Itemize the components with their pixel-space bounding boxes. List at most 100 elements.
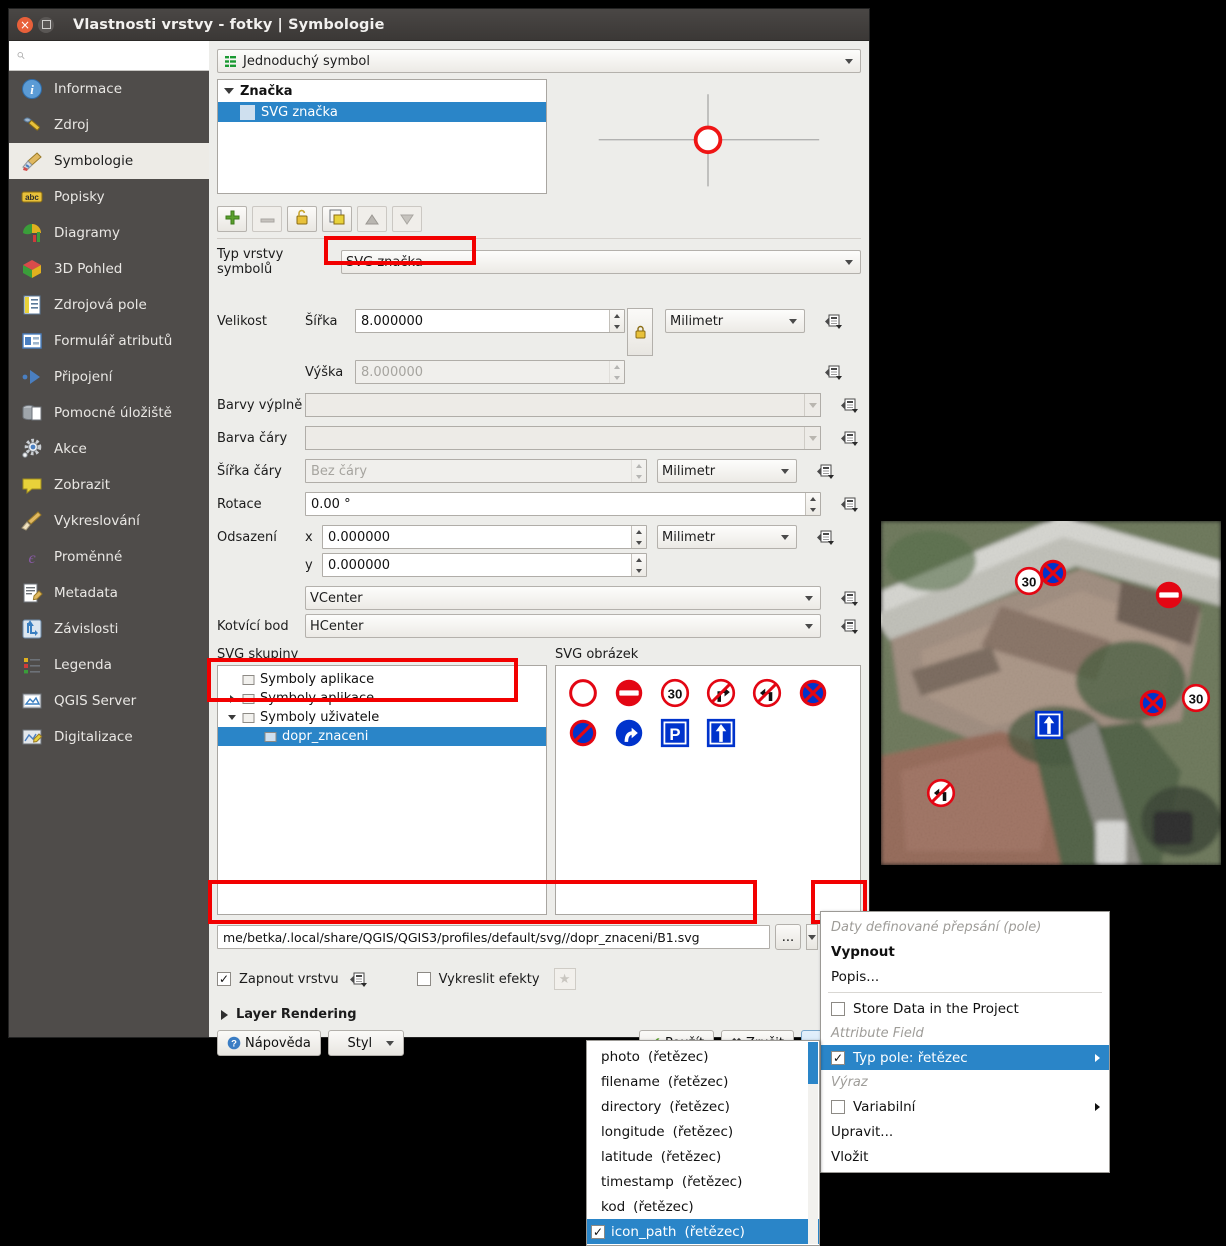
field-item-icon_path[interactable]: icon_path (řetězec): [587, 1219, 819, 1244]
lock-colors-button[interactable]: [287, 206, 317, 232]
map-marker-sign-no-stopping[interactable]: [1138, 688, 1168, 718]
offset-unit-combo[interactable]: Milimetr: [657, 525, 797, 549]
stroke-color-button[interactable]: [305, 426, 821, 450]
field-menu-scrollbar[interactable]: [808, 1042, 818, 1244]
add-symbol-layer-button[interactable]: [217, 206, 247, 232]
sidebar-item-zdrojov-pole[interactable]: Zdrojová pole: [9, 287, 209, 323]
offset-data-defined-button[interactable]: [813, 526, 837, 548]
sidebar-item-z-vislosti[interactable]: Závislosti: [9, 611, 209, 647]
svg-image-sign-no-left-turn[interactable]: [744, 673, 790, 713]
menu-checkbox[interactable]: [831, 1050, 845, 1065]
field-item-kod[interactable]: kod (řetězec): [587, 1194, 819, 1219]
offset-x-stepper[interactable]: [631, 526, 646, 548]
svg-image-sign-no-stopping[interactable]: [790, 673, 836, 713]
menu-checkbox[interactable]: [831, 1001, 845, 1016]
svg-image-sign-no-parking[interactable]: [560, 713, 606, 753]
enable-layer-checkbox[interactable]: [217, 972, 231, 986]
enable-layer-data-defined-button[interactable]: [347, 968, 371, 990]
chevron-right-icon[interactable]: [224, 694, 240, 703]
sidebar-item-zobrazit[interactable]: Zobrazit: [9, 467, 209, 503]
sidebar-item-vykreslov-n[interactable]: Vykreslování: [9, 503, 209, 539]
menu-item-typ-pole-et-zec[interactable]: Typ pole: řetězec: [821, 1045, 1109, 1070]
height-data-defined-button[interactable]: [821, 361, 845, 383]
stroke-width-unit-combo[interactable]: Milimetr: [657, 459, 797, 483]
field-checkbox[interactable]: [591, 1224, 605, 1239]
rotation-data-defined-button[interactable]: [837, 493, 861, 515]
size-unit-combo[interactable]: Milimetr: [665, 309, 805, 333]
map-canvas[interactable]: 30 30: [881, 521, 1221, 865]
menu-item-popis[interactable]: Popis...: [821, 964, 1109, 989]
svg-image-sign-one-way[interactable]: [698, 713, 744, 753]
svg-group-item[interactable]: Symboly uživatele: [218, 708, 546, 727]
svg-image-sign-no-right-turn[interactable]: [698, 673, 744, 713]
menu-item-vlo-it[interactable]: Vložit: [821, 1144, 1109, 1169]
sidebar-item-popisky[interactable]: abc Popisky: [9, 179, 209, 215]
menu-item-vypnout[interactable]: Vypnout: [821, 939, 1109, 964]
symbol-layer-type-combo[interactable]: SVG značka: [341, 250, 861, 274]
symbol-layer-row[interactable]: SVG značka: [218, 102, 546, 122]
sidebar-item-diagramy[interactable]: Diagramy: [9, 215, 209, 251]
sidebar-item-pomocn-lo-i-t[interactable]: Pomocné úložiště: [9, 395, 209, 431]
browse-dropdown-button[interactable]: [806, 924, 818, 950]
offset-y-stepper[interactable]: [631, 554, 646, 576]
fill-color-button[interactable]: [305, 393, 821, 417]
width-stepper[interactable]: [609, 310, 624, 332]
lock-aspect-ratio-button[interactable]: [625, 286, 655, 356]
style-button[interactable]: Styl: [327, 1030, 404, 1056]
svg-group-item[interactable]: Symboly aplikace: [218, 689, 546, 708]
anchor-v-data-defined-button[interactable]: [837, 587, 861, 609]
maximize-icon[interactable]: [38, 16, 54, 33]
layer-rendering-section[interactable]: Layer Rendering: [217, 1007, 861, 1022]
svg-path-input[interactable]: me/betka/.local/share/QGIS/QGIS3/profile…: [217, 925, 770, 949]
width-input[interactable]: 8.000000: [355, 309, 625, 333]
offset-x-input[interactable]: 0.000000: [322, 525, 647, 549]
chevron-down-icon[interactable]: [224, 715, 240, 720]
sidebar-item-3d-pohled[interactable]: 3D Pohled: [9, 251, 209, 287]
symbol-layer-tree[interactable]: Značka SVG značka: [217, 79, 547, 194]
data-defined-context-menu[interactable]: Daty definované přepsání (pole) Vypnout Po…: [820, 911, 1110, 1173]
renderer-combo[interactable]: Jednoduchý symbol: [217, 49, 861, 73]
sidebar-item-symbologie[interactable]: Symbologie: [9, 143, 209, 179]
field-item-filename[interactable]: filename (řetězec): [587, 1069, 819, 1094]
chevron-down-icon[interactable]: [804, 427, 820, 449]
close-icon[interactable]: [17, 16, 33, 33]
sidebar-item-informace[interactable]: i Informace: [9, 71, 209, 107]
search-input[interactable]: [31, 48, 201, 63]
map-marker-sign-no-stopping[interactable]: [1038, 558, 1068, 588]
anchor-h-data-defined-button[interactable]: [837, 615, 861, 637]
svg-image-sign-turn-right[interactable]: [606, 713, 652, 753]
svg-image-sign-parking[interactable]: P: [652, 713, 698, 753]
sidebar-item-digitalizace[interactable]: Digitalizace: [9, 719, 209, 755]
svg-group-item[interactable]: dopr_znaceni: [218, 727, 546, 746]
width-data-defined-button[interactable]: [821, 310, 845, 332]
duplicate-button[interactable]: [322, 206, 352, 232]
chevron-down-icon[interactable]: [218, 88, 240, 94]
browse-button[interactable]: ...: [775, 924, 801, 950]
sidebar-item-formul-atribut[interactable]: Formulář atributů: [9, 323, 209, 359]
sidebar-item-prom-nn[interactable]: є Proměnné: [9, 539, 209, 575]
field-item-directory[interactable]: directory (řetězec): [587, 1094, 819, 1119]
sidebar-item-zdroj[interactable]: Zdroj: [9, 107, 209, 143]
rotation-stepper[interactable]: [805, 493, 820, 515]
svg-groups-tree[interactable]: Symboly aplikace Symboly aplikace Symboly …: [217, 665, 547, 915]
menu-item-variabiln[interactable]: Variabilní: [821, 1094, 1109, 1119]
attribute-field-submenu[interactable]: photo (řetězec) filename (řetězec) directory…: [586, 1040, 820, 1246]
sidebar-item-metadata[interactable]: Metadata: [9, 575, 209, 611]
anchor-horizontal-combo[interactable]: HCenter: [305, 614, 821, 638]
menu-checkbox[interactable]: [831, 1099, 845, 1114]
anchor-vertical-combo[interactable]: VCenter: [305, 586, 821, 610]
field-item-photo[interactable]: photo (řetězec): [587, 1044, 819, 1069]
svg-group-item[interactable]: Symboly aplikace: [218, 670, 546, 689]
sidebar-search[interactable]: [9, 41, 209, 71]
help-button[interactable]: ? Nápověda: [217, 1030, 321, 1056]
sidebar-item-qgis-server[interactable]: QGIS Server: [9, 683, 209, 719]
map-marker-sign-one-way[interactable]: [1034, 710, 1064, 740]
rotation-input[interactable]: 0.00 °: [305, 492, 821, 516]
svg-image-sign-empty-circle[interactable]: [560, 673, 606, 713]
sidebar-item-legenda[interactable]: Legenda: [9, 647, 209, 683]
chevron-down-icon[interactable]: [804, 394, 820, 416]
map-marker-sign-no-entry[interactable]: [1154, 580, 1184, 610]
field-item-latitude[interactable]: latitude (řetězec): [587, 1144, 819, 1169]
menu-item-store-data-in-the-project[interactable]: Store Data in the Project: [821, 996, 1109, 1021]
menu-item-upravit[interactable]: Upravit...: [821, 1119, 1109, 1144]
